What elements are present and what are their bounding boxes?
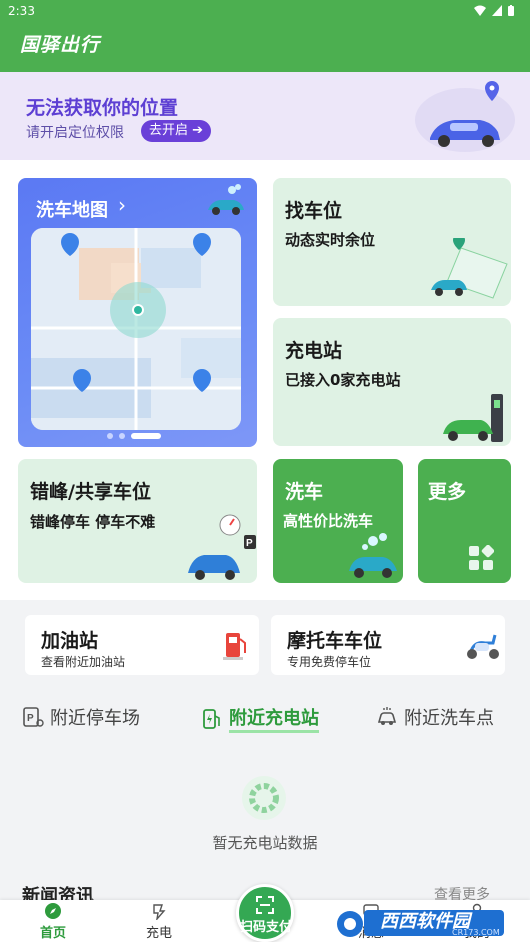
chevron-right-icon: › <box>118 193 126 217</box>
find-parking-subtitle: 动态实时余位 <box>285 231 376 249</box>
nav-charge-label: 充电 <box>145 926 172 941</box>
car-wash-illustration <box>349 533 397 578</box>
shared-parking-subtitle: 错峰停车 停车不难 <box>30 513 156 531</box>
tab-nearby-parking-label: 附近停车场 <box>50 708 140 729</box>
tab-nearby-charging[interactable]: 附近充电站 <box>201 704 319 733</box>
car-wash-title: 洗车 <box>285 481 324 503</box>
status-time: 2:33 <box>8 4 35 18</box>
wash-map-title: 洗车地图 <box>36 200 108 221</box>
svg-text:P: P <box>27 713 34 724</box>
motorcycle-parking-card[interactable]: 摩托车车位 专用免费停车位 <box>271 615 505 675</box>
nearby-tabs: P 附近停车场 附近充电站 附近洗车点 <box>0 700 530 740</box>
tab-nearby-carwash[interactable]: 附近洗车点 <box>376 704 494 730</box>
arrow-right-icon: ➔ <box>192 123 204 138</box>
motorcycle-parking-title: 摩托车车位 <box>287 630 383 652</box>
battery-icon <box>508 5 514 16</box>
parking-phone-illustration <box>431 238 508 299</box>
electric-car-illustration <box>443 394 503 442</box>
map-graphic <box>31 228 241 430</box>
nav-home[interactable]: 首页 <box>23 902 83 941</box>
car-wash-small-icon <box>377 707 397 725</box>
car-location-illustration <box>415 81 515 152</box>
charge-icon <box>153 904 166 920</box>
charging-pile-icon <box>203 708 220 729</box>
car-wash-icon <box>208 184 244 215</box>
wash-map-card[interactable]: 洗车地图 › <box>18 178 257 447</box>
charging-station-subtitle: 已接入0家充电站 <box>285 371 401 389</box>
car-wash-subtitle: 高性价比洗车 <box>283 512 374 530</box>
gas-station-subtitle: 查看附近加油站 <box>41 655 126 669</box>
find-parking-title: 找车位 <box>285 200 343 222</box>
enable-location-label: 去开启 <box>149 123 189 138</box>
app-title: 国驿出行 <box>20 34 101 56</box>
wifi-icon <box>474 5 486 16</box>
charging-station-card[interactable]: 充电站 已接入0家充电站 <box>273 318 511 446</box>
gas-pump-icon <box>223 633 246 660</box>
more-title: 更多 <box>428 481 467 503</box>
carousel-indicator <box>107 433 161 439</box>
watermark-url: CR173.COM <box>452 928 500 937</box>
tab-nearby-parking[interactable]: P 附近停车场 <box>22 704 140 730</box>
charging-station-title: 充电站 <box>285 340 343 362</box>
home-compass-icon <box>45 903 61 919</box>
parking-lot-icon: P <box>23 707 44 727</box>
car-wash-card[interactable]: 洗车 高性价比洗车 <box>273 459 403 583</box>
signal-icon <box>492 5 502 16</box>
watermark-logo: 西西软件园 CR173.COM <box>336 902 511 942</box>
services-row: 加油站 查看附近加油站 摩托车车位 专用免费停车位 <box>0 600 530 688</box>
location-subtitle: 请开启定位权限 <box>26 125 124 141</box>
parking-sign-illustration: P <box>188 514 256 580</box>
empty-gear-icon <box>242 776 286 820</box>
more-card[interactable]: 更多 <box>418 459 511 583</box>
feature-grid: 洗车地图 › 找车位 动态实时余位 充电站 已接入0家充电站 错峰/共享车位 错… <box>0 160 530 600</box>
grid-apps-icon <box>469 545 494 570</box>
location-banner[interactable]: 无法获取你的位置 请开启定位权限 去开启 ➔ <box>0 72 530 160</box>
tab-nearby-charging-label: 附近充电站 <box>229 704 319 733</box>
nav-charge[interactable]: 充电 <box>129 902 189 941</box>
enable-location-button[interactable]: 去开启 ➔ <box>141 120 212 142</box>
scooter-icon <box>467 634 499 659</box>
scan-icon <box>256 896 274 914</box>
empty-state: 暂无充电站数据 <box>0 760 530 870</box>
shared-parking-card[interactable]: 错峰/共享车位 错峰停车 停车不难 P <box>18 459 257 583</box>
status-bar: 2:33 <box>0 0 530 22</box>
tab-nearby-carwash-label: 附近洗车点 <box>404 708 494 729</box>
location-title: 无法获取你的位置 <box>26 97 179 119</box>
gas-station-card[interactable]: 加油站 查看附近加油站 <box>25 615 259 675</box>
empty-state-text: 暂无充电站数据 <box>212 834 318 852</box>
map-preview[interactable] <box>31 228 241 430</box>
gas-station-title: 加油站 <box>41 630 99 652</box>
svg-text:P: P <box>246 538 253 549</box>
find-parking-card[interactable]: 找车位 动态实时余位 <box>273 178 511 306</box>
motorcycle-parking-subtitle: 专用免费停车位 <box>287 655 372 669</box>
scan-pay-label: 扫码支付 <box>239 920 292 935</box>
nav-home-label: 首页 <box>39 926 66 941</box>
status-icons <box>474 5 514 16</box>
app-bar: 国驿出行 <box>0 22 530 72</box>
shared-parking-title: 错峰/共享车位 <box>30 481 151 503</box>
